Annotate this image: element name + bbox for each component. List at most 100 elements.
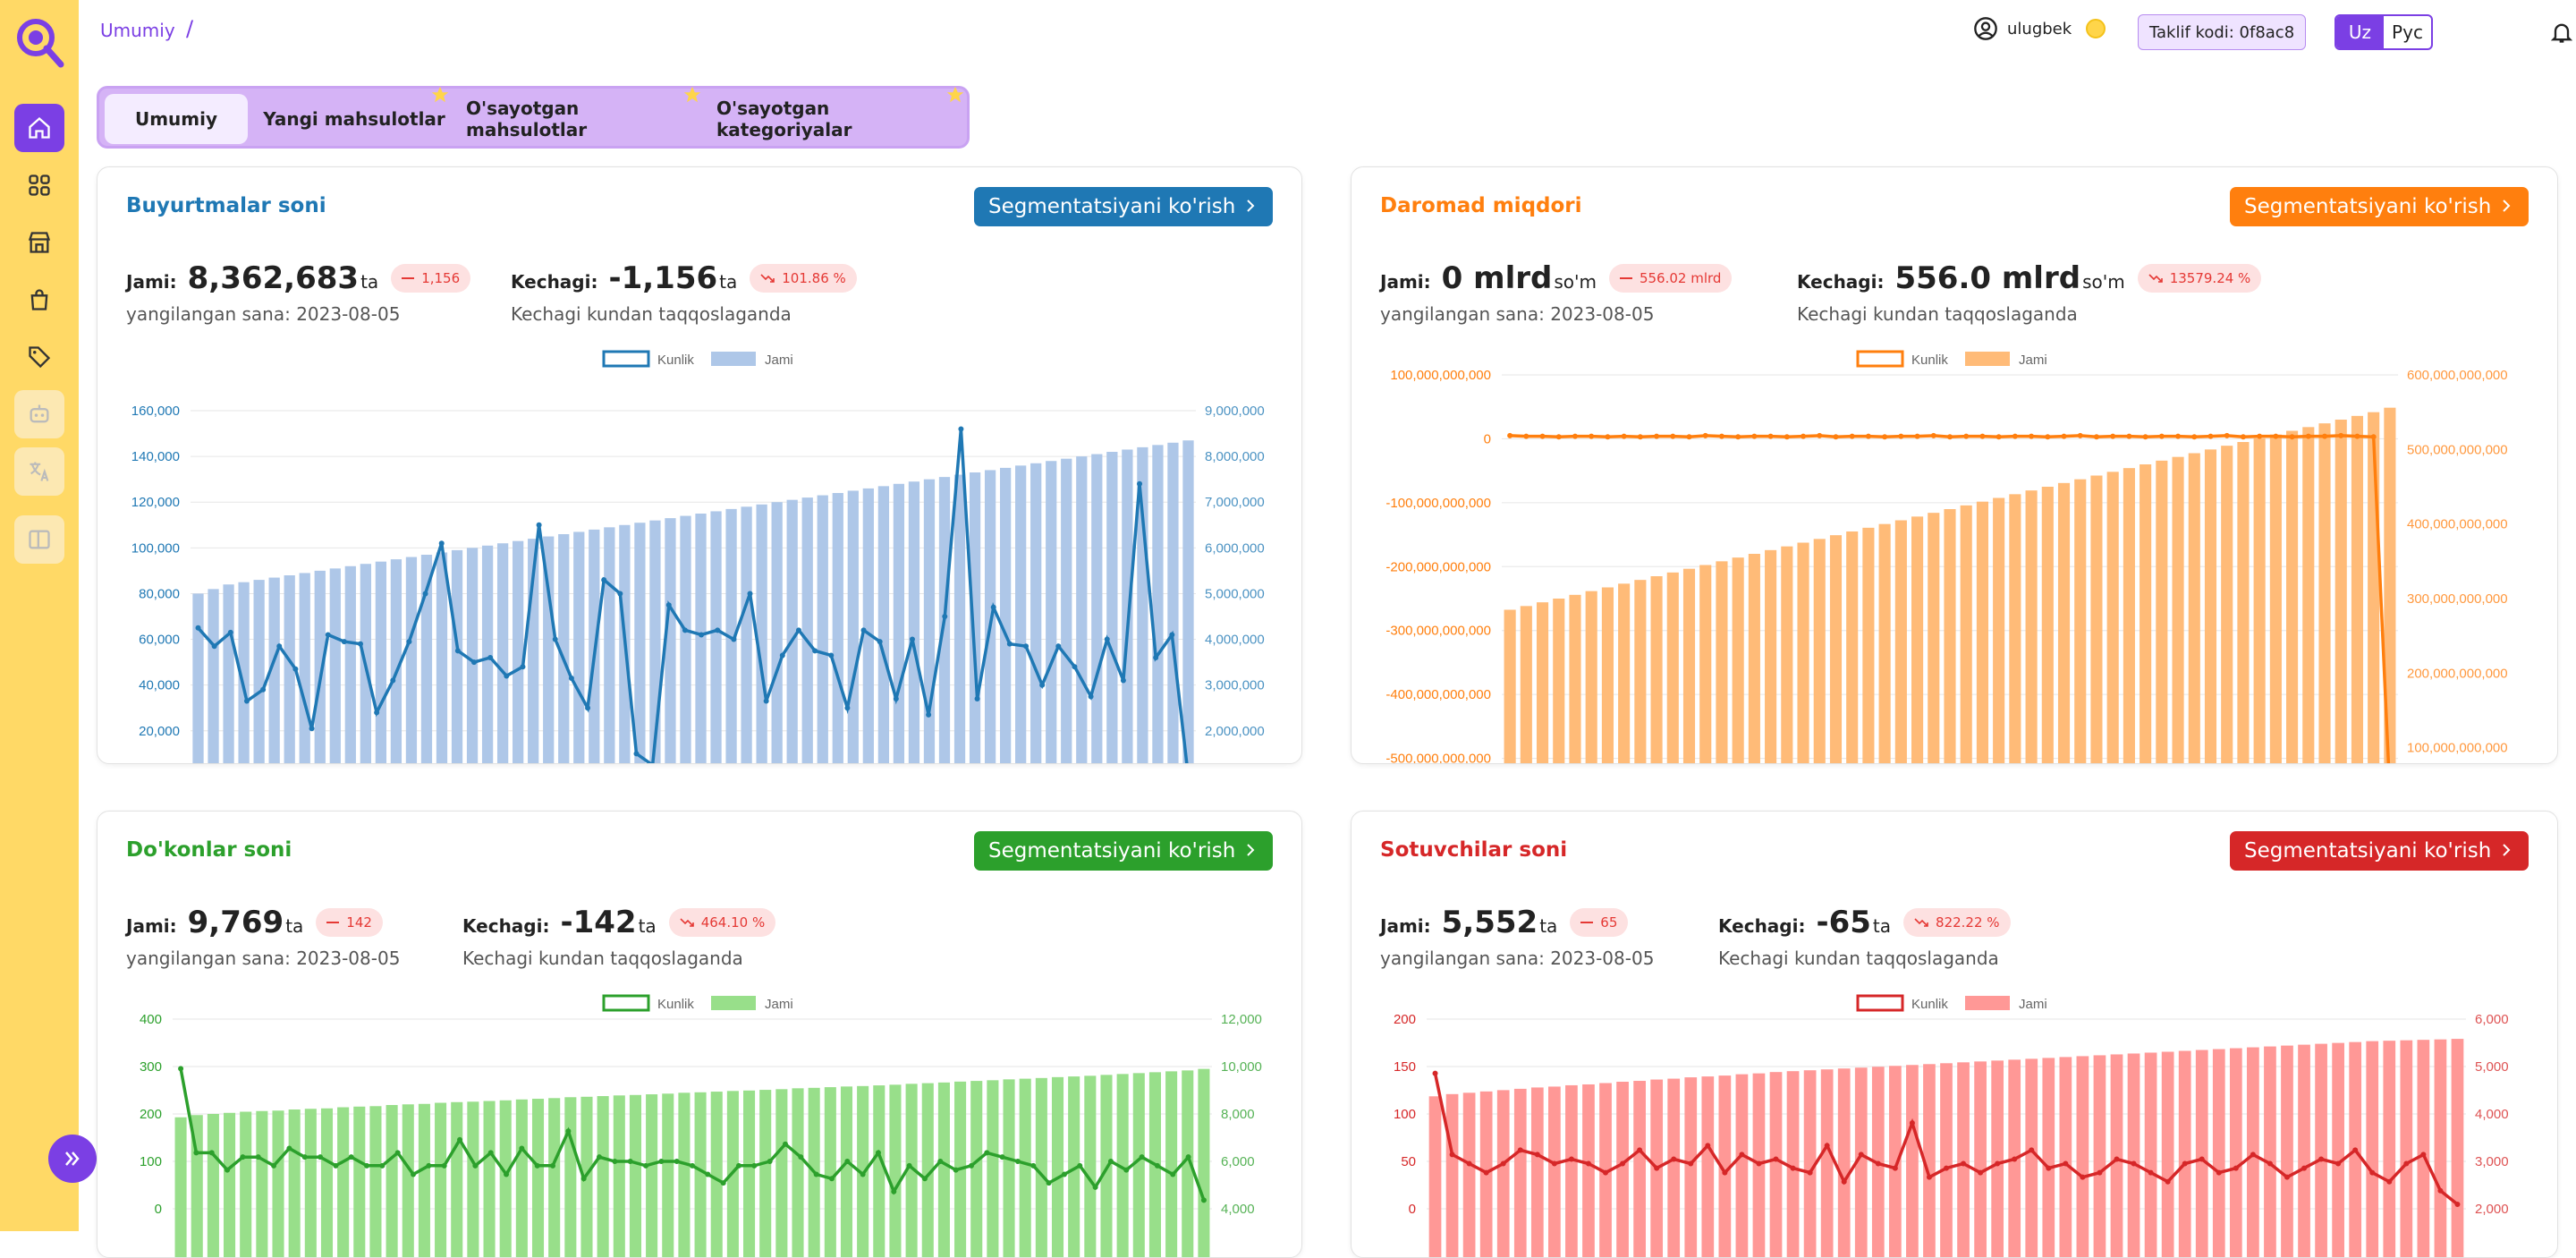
line-point <box>2080 1174 2086 1180</box>
sidebar-item-dashboard[interactable] <box>14 161 64 209</box>
line-point <box>633 751 640 757</box>
segmentation-button[interactable]: Segmentatsiyani ko'rish <box>2230 187 2529 226</box>
sidebar-item-products[interactable] <box>14 276 64 324</box>
total-unit: ta <box>1539 915 1558 937</box>
bar <box>1846 531 1859 763</box>
bar <box>499 1100 512 1257</box>
line-point <box>487 1150 494 1156</box>
line-point <box>715 627 721 633</box>
line-point <box>2224 432 2230 438</box>
line-point <box>2191 434 2198 440</box>
line-point <box>2240 434 2246 440</box>
line-point <box>1996 434 2002 440</box>
tab-growing-products[interactable]: O'sayotgan mahsulotlar <box>466 86 701 144</box>
sidebar-item-home[interactable] <box>14 104 64 152</box>
line-point <box>926 711 932 718</box>
bar <box>2204 449 2217 763</box>
legend-swatch-jami <box>1965 996 2010 1010</box>
sidebar-item-stores[interactable] <box>14 218 64 267</box>
referral-code[interactable]: Taklif kodi: 0f8ac8 <box>2138 14 2307 50</box>
bar <box>1132 1073 1145 1257</box>
bar <box>646 1094 658 1257</box>
updated-date: yangilangan sana: 2023-08-05 <box>126 303 401 325</box>
line-point <box>1739 1152 1745 1158</box>
lang-uz[interactable]: Uz <box>2336 16 2384 48</box>
bar <box>1046 461 1057 763</box>
bar <box>1682 568 1696 763</box>
right-axis-tick: 6,000 <box>2475 1012 2509 1027</box>
chart: Kunlik Jami 400 300 200 100 0 12,000 10,000 8,000… <box>140 994 1262 1257</box>
sidebar-item-bot[interactable] <box>14 390 64 438</box>
left-axis-tick: -300,000,000,000 <box>1385 624 1491 639</box>
segmentation-button[interactable]: Segmentatsiyani ko'rish <box>974 831 1273 871</box>
line-point <box>568 676 574 681</box>
line-point <box>731 636 737 642</box>
tag-icon <box>29 346 51 369</box>
bar <box>256 1110 268 1257</box>
breadcrumb[interactable]: Umumiy <box>100 20 175 41</box>
line-point <box>550 1162 556 1169</box>
translate-icon <box>30 462 49 481</box>
bar <box>564 1097 577 1257</box>
bar <box>1536 602 1549 763</box>
line-point <box>1620 1160 1626 1167</box>
bar <box>2451 1039 2464 1257</box>
expand-sidebar-button[interactable] <box>48 1135 97 1183</box>
bar <box>531 1099 545 1257</box>
bar <box>208 589 219 763</box>
bar <box>1462 1092 1476 1257</box>
chart-legend: Kunlik Jami <box>1856 350 2047 368</box>
left-axis-tick: 160,000 <box>131 404 180 419</box>
bar <box>1957 1062 1970 1257</box>
shops-card: Do'konlar soni Segmentatsiyani ko'rish J… <box>97 811 1302 1258</box>
yesterday-badge: 822.22 % <box>1903 908 2011 937</box>
line-point <box>1072 664 1078 670</box>
lang-ru[interactable]: Рус <box>2384 16 2431 48</box>
line-point <box>2175 433 2182 439</box>
line-point <box>341 639 347 645</box>
right-axis-tick: 600,000,000,000 <box>2407 368 2508 383</box>
bar <box>743 1090 756 1257</box>
total-value: 9,769 <box>187 905 284 940</box>
right-axis-tick: 4,000 <box>2475 1107 2509 1122</box>
tab-growing-categories[interactable]: O'sayotgan kategoriyalar <box>716 86 964 144</box>
bar <box>694 1092 707 1257</box>
sidebar-item-categories[interactable] <box>14 333 64 381</box>
line-point <box>1555 434 1562 440</box>
segmentation-button[interactable]: Segmentatsiyani ko'rish <box>974 187 1273 226</box>
line-point <box>406 639 412 645</box>
logo-icon[interactable] <box>13 14 64 68</box>
line-point <box>1572 433 1578 439</box>
minus-icon <box>1580 922 1594 923</box>
bell-icon[interactable] <box>2549 20 2574 45</box>
bar <box>1513 1088 1527 1257</box>
line-point <box>1432 1070 1438 1076</box>
line-point <box>1169 632 1175 638</box>
compare-text: Kechagi kundan taqqoslaganda <box>462 948 743 969</box>
bar <box>405 557 418 763</box>
yesterday-label: Kechagi: <box>1797 271 1885 293</box>
line-point <box>1123 1167 1130 1173</box>
line-point <box>2322 433 2328 439</box>
sidebar-item-translate[interactable] <box>14 447 64 496</box>
line-point <box>2284 1174 2290 1180</box>
bar <box>741 506 752 763</box>
tab-new-products[interactable]: Yangi mahsulotlar <box>260 86 449 144</box>
tab-umumiy[interactable]: Umumiy <box>105 94 248 144</box>
star-icon <box>431 86 449 103</box>
bar <box>2366 1041 2379 1257</box>
chevron-right-icon <box>1247 200 1255 212</box>
bar <box>2041 487 2054 763</box>
line-point <box>844 1159 851 1164</box>
language-switch[interactable]: Uz Рус <box>2334 14 2433 50</box>
bar <box>288 1109 301 1257</box>
bar <box>2264 1046 2276 1257</box>
chart-legend: Kunlik Jami <box>602 350 793 368</box>
bar <box>662 1093 674 1257</box>
user-menu[interactable]: ulugbek <box>1973 16 2106 41</box>
segmentation-button[interactable]: Segmentatsiyani ko'rish <box>2230 831 2529 871</box>
bar <box>2229 1048 2242 1257</box>
line-point <box>2126 433 2132 439</box>
sidebar-item-panel[interactable] <box>14 515 64 564</box>
line-point <box>1688 1160 1694 1167</box>
